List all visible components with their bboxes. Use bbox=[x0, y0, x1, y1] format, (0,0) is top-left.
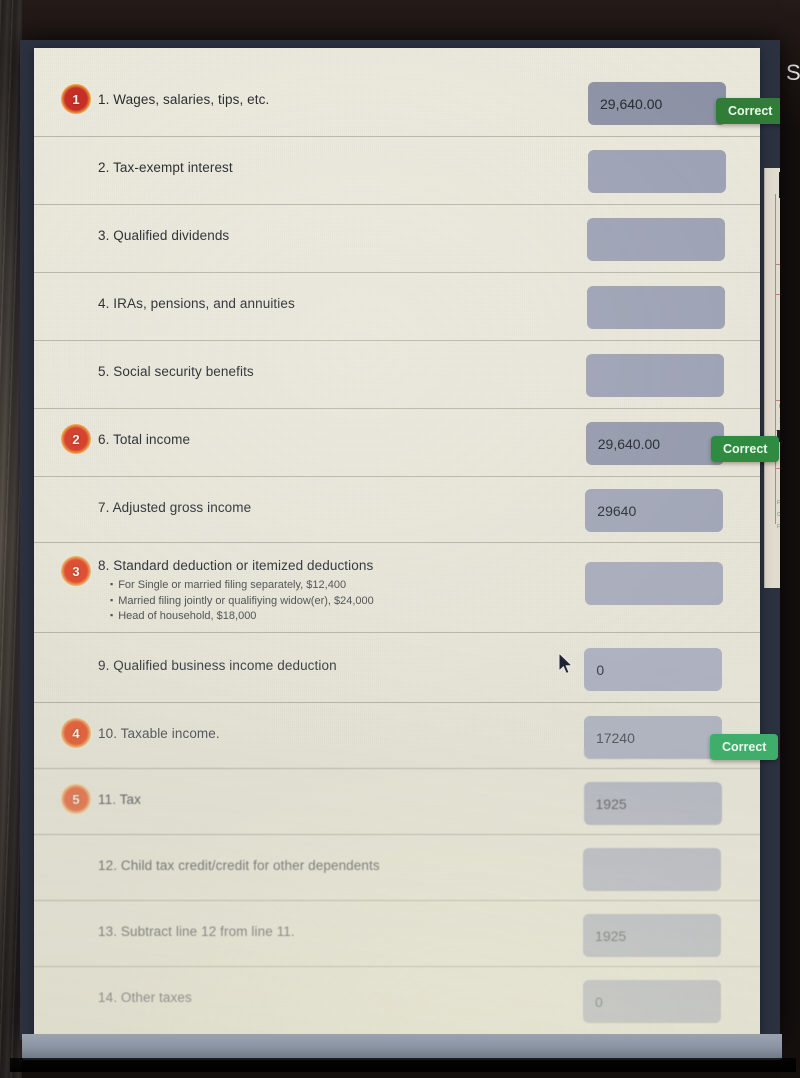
worksheet-row: 4. IRAs, pensions, and annuities bbox=[34, 272, 760, 341]
value-input-field[interactable]: 29,640.00 bbox=[585, 422, 724, 465]
corner-letter-fragment: S bbox=[786, 60, 800, 85]
worksheet-row: 5. Social security benefits bbox=[34, 340, 760, 409]
value-input-field[interactable]: 29640 bbox=[585, 489, 724, 532]
w2-hline bbox=[775, 468, 780, 469]
row-bullet-item: Married filing jointly or qualifiying wi… bbox=[110, 594, 374, 610]
row-label: 8. Standard deduction or itemized deduct… bbox=[98, 558, 374, 573]
row-label: 2. Tax-exempt interest bbox=[98, 160, 233, 175]
correct-badge-line-1[interactable]: Correct bbox=[716, 98, 780, 124]
monitor-bottom-bezel bbox=[22, 1034, 782, 1060]
row-label: 10. Taxable income. bbox=[98, 726, 220, 741]
row-label: 11. Tax bbox=[98, 792, 141, 807]
hotspot-badge-4[interactable]: 4 bbox=[61, 718, 91, 748]
w2-corner-box bbox=[779, 172, 780, 198]
w2-label: f Empl bbox=[779, 404, 780, 410]
value-input-field[interactable] bbox=[584, 562, 723, 605]
w2-caption: Form W-3 t bbox=[777, 524, 780, 530]
row-label: 3. Qualified dividends bbox=[98, 228, 230, 243]
hotspot-badge-2[interactable]: 2 bbox=[61, 424, 91, 454]
worksheet-row: 12. Child tax credit/credit for other de… bbox=[34, 834, 760, 901]
row-label: 5. Social security benefits bbox=[98, 364, 254, 379]
w2-hline bbox=[775, 400, 780, 401]
row-bullet-item: Head of household, $18,000 bbox=[110, 609, 374, 625]
correct-badge-line-10[interactable]: Correct bbox=[710, 734, 779, 760]
monitor-drop-shadow bbox=[10, 1058, 796, 1072]
worksheet-row: 4 10. Taxable income. 17240 bbox=[34, 702, 760, 769]
row-label: 12. Child tax credit/credit for other de… bbox=[98, 858, 380, 873]
worksheet-row: 1 1. Wages, salaries, tips, etc. 29,640.00 bbox=[34, 68, 760, 137]
worksheet-row: 2. Tax-exempt interest bbox=[34, 136, 760, 205]
w2-form-preview[interactable]: d Co e Em f Empl 15 Stat mm W Form Copy … bbox=[764, 168, 780, 588]
worksheet-row: 2 6. Total income 29,640.00 bbox=[34, 408, 760, 477]
row-label: 1. Wages, salaries, tips, etc. bbox=[98, 92, 270, 107]
row-label: 13. Subtract line 12 from line 11. bbox=[98, 924, 295, 939]
value-input-field[interactable]: 1925 bbox=[583, 914, 722, 957]
value-input-field[interactable] bbox=[583, 848, 722, 891]
w2-label: 15 Stat bbox=[779, 418, 780, 424]
w2-caption: Form bbox=[777, 500, 780, 506]
row-label: 4. IRAs, pensions, and annuities bbox=[98, 296, 295, 311]
value-input-field[interactable] bbox=[587, 218, 726, 261]
monitor-screen: d Co e Em f Empl 15 Stat mm W Form Copy … bbox=[20, 40, 780, 1040]
row-label: 6. Total income bbox=[98, 432, 191, 447]
hotspot-badge-3[interactable]: 3 bbox=[61, 556, 91, 586]
worksheet-row: 3 8. Standard deduction or itemized deduc… bbox=[34, 542, 760, 633]
w2-hline bbox=[775, 294, 780, 295]
hotspot-badge-5[interactable]: 5 bbox=[61, 784, 91, 814]
row-label: 7. Adjusted gross income bbox=[98, 500, 252, 515]
value-input-field[interactable]: 0 bbox=[584, 648, 723, 691]
worksheet-row-list: 1 1. Wages, salaries, tips, etc. 29,640.00… bbox=[34, 48, 760, 1040]
hotspot-badge-1[interactable]: 1 bbox=[61, 84, 91, 114]
worksheet-row: 7. Adjusted gross income 29640 bbox=[34, 476, 760, 543]
value-input-field[interactable] bbox=[587, 150, 726, 193]
value-input-field[interactable]: 1925 bbox=[583, 782, 722, 825]
worksheet-row: 9. Qualified business income deduction 0 bbox=[34, 632, 760, 703]
row-bullet-list: For Single or married filing separately,… bbox=[110, 578, 374, 625]
value-input-field[interactable]: 17240 bbox=[583, 716, 722, 759]
correct-badge-line-6[interactable]: Correct bbox=[711, 436, 780, 462]
worksheet-row: 13. Subtract line 12 from line 11. 1925 bbox=[34, 900, 760, 967]
desk-surface-left bbox=[0, 0, 22, 1078]
worksheet-row: 5 11. Tax 1925 bbox=[34, 768, 760, 835]
value-input-field[interactable]: 29,640.00 bbox=[588, 82, 726, 125]
row-bullet-item: For Single or married filing separately,… bbox=[110, 578, 374, 594]
value-input-field[interactable] bbox=[586, 286, 725, 329]
row-label: 14. Other taxes bbox=[98, 990, 192, 1005]
w2-caption: Copy A Fo bbox=[777, 512, 780, 518]
row-label: 9. Qualified business income deduction bbox=[98, 658, 337, 673]
photo-of-screen: S d Co e Em f Empl 15 Stat mm W Form Cop… bbox=[0, 0, 800, 1078]
w2-hline bbox=[775, 264, 780, 265]
tax-worksheet-sheet: 1 1. Wages, salaries, tips, etc. 29,640.00… bbox=[34, 48, 760, 1040]
w2-vline bbox=[775, 194, 776, 524]
value-input-field[interactable]: 0 bbox=[583, 980, 722, 1023]
worksheet-row: 14. Other taxes 0 bbox=[34, 966, 760, 1036]
value-input-field[interactable] bbox=[586, 354, 725, 397]
worksheet-row: 3. Qualified dividends bbox=[34, 204, 760, 273]
